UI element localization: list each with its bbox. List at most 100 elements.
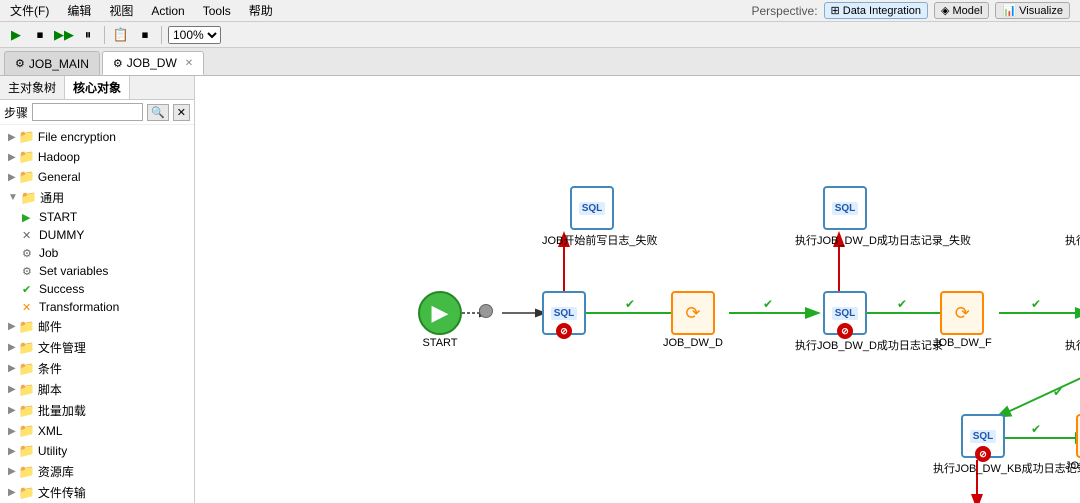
node-job-dw-d-log[interactable]: SQL ⊘ 执行JOB_DW_D成功日志记录 xyxy=(795,291,895,353)
tree-item-条件[interactable]: ▶📁条件 xyxy=(0,358,194,379)
tree-item-文件管理[interactable]: ▶📁文件管理 xyxy=(0,337,194,358)
node-job-dw-f-log[interactable]: SQL ⊘ 执行JOB_DW_F成功日志记录 xyxy=(1065,291,1080,353)
zoom-control[interactable]: 100% 75% 50% 125% 150% xyxy=(168,26,221,44)
perspective-data-integration[interactable]: ⊞ Data Integration xyxy=(824,2,929,19)
search-input[interactable] xyxy=(32,103,143,121)
stop2-button[interactable]: ⏹ xyxy=(135,25,155,45)
tab-job-dw-close[interactable]: ✕ xyxy=(185,58,193,69)
tab-job-main-icon: ⚙ xyxy=(15,57,25,70)
tree-item-label: XML xyxy=(38,424,63,438)
folder-icon: 📁 xyxy=(21,190,37,206)
perspective-label: Perspective: xyxy=(752,4,818,18)
tree-item-Utility[interactable]: ▶📁Utility xyxy=(0,441,194,461)
perspective-model[interactable]: ◈ Model xyxy=(934,2,989,19)
tree-item-label: Success xyxy=(39,282,84,296)
folder-arrow-icon: ▶ xyxy=(8,426,16,437)
node-job-start-log-fail[interactable]: SQL JOB开始前写日志_失败 xyxy=(542,186,642,248)
menu-file[interactable]: 文件(F) xyxy=(6,2,53,19)
node-job-start-log-box: SQL ⊘ xyxy=(542,291,586,335)
folder-icon: 📁 xyxy=(19,129,35,145)
tree-item-label: Utility xyxy=(38,444,67,458)
run-selected-button[interactable]: ▶▶ xyxy=(54,25,74,45)
tree-item-label: 资源库 xyxy=(38,463,74,480)
tab-job-main[interactable]: ⚙ JOB_MAIN xyxy=(4,51,100,75)
folder-icon: 📁 xyxy=(19,361,35,377)
folder-arrow-icon: ▶ xyxy=(8,384,16,395)
run-button[interactable]: ▶ xyxy=(6,25,26,45)
folder-icon: 📁 xyxy=(19,340,35,356)
tree-item-通用[interactable]: ▼📁通用 xyxy=(0,187,194,208)
tree-item-脚本[interactable]: ▶📁脚本 xyxy=(0,379,194,400)
node-job-dw-d[interactable]: ⟳ JOB_DW_D xyxy=(663,291,723,349)
perspective-bar: Perspective: ⊞ Data Integration ◈ Model … xyxy=(752,2,1071,19)
pause-button[interactable]: ⏸ xyxy=(78,25,98,45)
folder-icon: 📁 xyxy=(19,403,35,419)
model-label: Model xyxy=(953,5,983,17)
canvas-area[interactable]: ✔ ✔ ✔ ✔ ✔ ✔ xyxy=(195,76,1080,503)
start-arrow-icon: ▶ xyxy=(432,300,449,326)
tree-item-label: START xyxy=(39,210,77,224)
tree-item-Set-variables[interactable]: ⚙Set variables xyxy=(0,262,194,280)
tree-item-Success[interactable]: ✔Success xyxy=(0,280,194,298)
menu-tools[interactable]: Tools xyxy=(199,4,235,18)
node-job-start-log[interactable]: SQL ⊘ xyxy=(542,291,586,337)
sql-icon-1: SQL xyxy=(551,307,578,320)
sidebar-tab-core[interactable]: 核心对象 xyxy=(65,76,130,99)
node-job-dw-d-log-box: SQL ⊘ xyxy=(823,291,867,335)
folder-icon: 📁 xyxy=(19,149,35,165)
clear-btn[interactable]: ✕ xyxy=(173,104,190,121)
folder-arrow-icon: ▶ xyxy=(8,466,16,477)
folder-icon: 📁 xyxy=(19,169,35,185)
zoom-select[interactable]: 100% 75% 50% 125% 150% xyxy=(168,26,221,44)
node-job-dw-f-log-label: 执行JOB_DW_F成功日志记录 xyxy=(1065,337,1080,353)
stop-button[interactable]: ⏹ xyxy=(30,25,50,45)
model-icon: ◈ xyxy=(941,4,949,17)
node-start[interactable]: ▶ START xyxy=(418,291,462,349)
tree-area: ▶📁File encryption▶📁Hadoop▶📁General▼📁通用▶S… xyxy=(0,125,194,503)
folder-icon: 📁 xyxy=(19,319,35,335)
tree-item-label: Hadoop xyxy=(38,150,80,164)
tree-item-资源库[interactable]: ▶📁资源库 xyxy=(0,461,194,482)
node-dummy[interactable] xyxy=(479,304,493,318)
node-job-dw-kb[interactable]: ⟳ JOB_DW_KB xyxy=(1065,414,1080,472)
node-job-start-log-fail-box: SQL xyxy=(570,186,614,230)
tree-item-label: Job xyxy=(39,246,58,260)
copy-button[interactable]: 📋 xyxy=(111,25,131,45)
menu-view[interactable]: 视图 xyxy=(105,2,137,19)
folder-arrow-icon: ▶ xyxy=(8,363,16,374)
node-job-dw-d-log-fail[interactable]: SQL 执行JOB_DW_D成功日志记录_失败 xyxy=(795,186,895,248)
menu-help[interactable]: 帮助 xyxy=(245,2,277,19)
svg-text:✔: ✔ xyxy=(763,297,773,311)
toolbar: ▶ ⏹ ▶▶ ⏸ 📋 ⏹ 100% 75% 50% 125% 150% xyxy=(0,22,1080,48)
tree-item-Hadoop[interactable]: ▶📁Hadoop xyxy=(0,147,194,167)
tree-item-Job[interactable]: ⚙Job xyxy=(0,244,194,262)
tree-item-邮件[interactable]: ▶📁邮件 xyxy=(0,316,194,337)
tree-item-General[interactable]: ▶📁General xyxy=(0,167,194,187)
tabs-bar: ⚙ JOB_MAIN ⚙ JOB_DW ✕ xyxy=(0,48,1080,76)
folder-icon: 📁 xyxy=(19,464,35,480)
search-btn[interactable]: 🔍 xyxy=(147,104,169,121)
tree-item-File-encryption[interactable]: ▶📁File encryption xyxy=(0,127,194,147)
tab-job-dw-icon: ⚙ xyxy=(113,57,123,70)
node-job-dw-d-box: ⟳ xyxy=(671,291,715,335)
sidebar-tab-main-tree[interactable]: 主对象树 xyxy=(0,76,65,99)
tree-item-XML[interactable]: ▶📁XML xyxy=(0,421,194,441)
menu-edit[interactable]: 编辑 xyxy=(63,2,95,19)
menu-action[interactable]: Action xyxy=(147,4,188,18)
folder-arrow-icon: ▶ xyxy=(8,405,16,416)
tree-item-DUMMY[interactable]: ✕DUMMY xyxy=(0,226,194,244)
tree-item-label: Transformation xyxy=(39,300,119,314)
folder-icon: 📁 xyxy=(19,485,35,501)
perspective-visualize[interactable]: 📊 Visualize xyxy=(995,2,1070,19)
node-job-dw-f-log-fail[interactable]: SQL 执行JOB_DW_F成功日志记录_失败 xyxy=(1065,186,1080,248)
node-job-dw-kb-log[interactable]: SQL ⊘ 执行JOB_DW_KB成功日志记录 xyxy=(933,414,1033,476)
tree-item-Transformation[interactable]: ✕Transformation xyxy=(0,298,194,316)
tree-item-START[interactable]: ▶START xyxy=(0,208,194,226)
tree-item-label: File encryption xyxy=(38,130,116,144)
folder-arrow-icon: ▶ xyxy=(8,342,16,353)
tab-job-dw[interactable]: ⚙ JOB_DW ✕ xyxy=(102,51,204,75)
tree-item-label: 脚本 xyxy=(38,381,62,398)
node-job-dw-f[interactable]: ⟳ JOB_DW_F xyxy=(933,291,992,349)
tree-item-文件传输[interactable]: ▶📁文件传输 xyxy=(0,482,194,503)
tree-item-批量加载[interactable]: ▶📁批量加载 xyxy=(0,400,194,421)
